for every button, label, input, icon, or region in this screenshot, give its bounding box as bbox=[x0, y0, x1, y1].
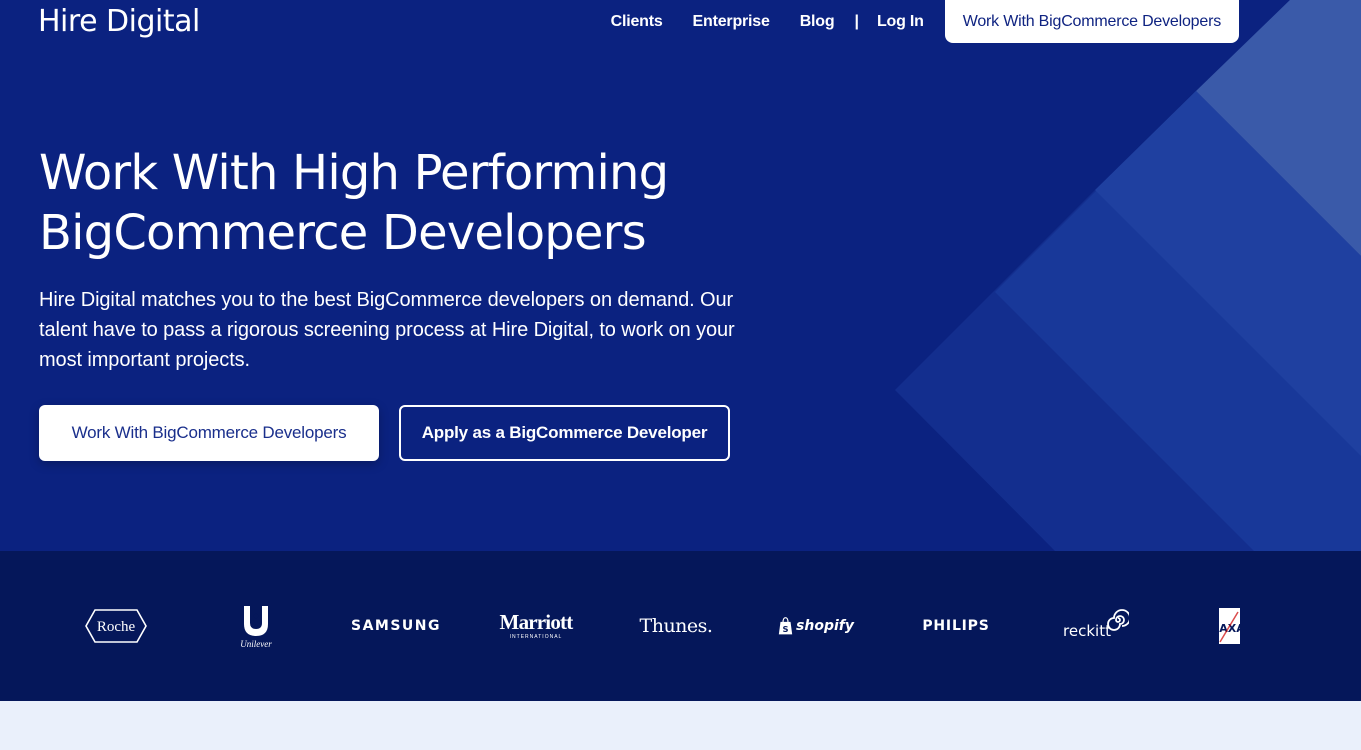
philips-logo: PHILIPS bbox=[920, 551, 992, 701]
axa-logo: AXA bbox=[1212, 551, 1242, 701]
nav-links: Clients Enterprise Blog | Log In Work Wi… bbox=[581, 0, 1239, 43]
samsung-logo: SAMSUNG bbox=[351, 551, 442, 701]
marriott-logo-text: Marriott bbox=[499, 610, 574, 634]
nav-link-login[interactable]: Log In bbox=[877, 13, 924, 31]
marriott-logo-subtext: INTERNATIONAL bbox=[509, 634, 563, 640]
reckitt-swirl-icon bbox=[1107, 609, 1129, 631]
hero-background-pattern bbox=[895, 0, 1361, 551]
roche-logo-text: Roche bbox=[97, 619, 136, 635]
nav-cta-button[interactable]: Work With BigCommerce Developers bbox=[944, 0, 1239, 43]
apply-as-developer-button[interactable]: Apply as a BigCommerce Developer bbox=[399, 405, 730, 461]
nav-link-clients[interactable]: Clients bbox=[611, 13, 663, 31]
nav-separator: | bbox=[854, 12, 859, 30]
nav-link-blog[interactable]: Blog bbox=[800, 13, 835, 31]
hero-section: Hire Digital Clients Enterprise Blog | L… bbox=[0, 0, 1361, 551]
marriott-logo: Marriott INTERNATIONAL bbox=[494, 551, 578, 701]
shopify-logo-text: shopify bbox=[796, 618, 854, 634]
svg-text:S: S bbox=[783, 624, 789, 634]
reckitt-logo: reckitt bbox=[1062, 551, 1130, 701]
reckitt-logo-text: reckitt bbox=[1063, 622, 1111, 640]
samsung-logo-text: SAMSUNG bbox=[351, 618, 442, 634]
thunes-logo-text: Thunes. bbox=[639, 615, 713, 637]
hero-subtext: Hire Digital matches you to the best Big… bbox=[39, 289, 735, 371]
brand-logo[interactable]: Hire Digital bbox=[38, 4, 200, 39]
axa-logo-text: AXA bbox=[1219, 622, 1240, 635]
shopify-logo: S shopify bbox=[778, 551, 854, 701]
work-with-developers-button[interactable]: Work With BigCommerce Developers bbox=[39, 405, 379, 461]
hero-headline: Work With High Performing BigCommerce De… bbox=[39, 143, 719, 263]
hero-headline-line2: BigCommerce Developers bbox=[39, 205, 647, 261]
roche-logo: Roche bbox=[84, 551, 148, 701]
unilever-logo: Unilever bbox=[232, 551, 280, 701]
philips-logo-text: PHILIPS bbox=[922, 618, 990, 634]
thunes-logo: Thunes. bbox=[634, 551, 718, 701]
nav-link-enterprise[interactable]: Enterprise bbox=[693, 13, 770, 31]
client-logos-strip: Roche Unilever SAMSUNG Marriott INTERNAT… bbox=[0, 551, 1361, 701]
shopify-bag-icon: S bbox=[778, 617, 793, 635]
top-navigation: Hire Digital Clients Enterprise Blog | L… bbox=[0, 0, 1361, 44]
lower-section bbox=[0, 701, 1361, 750]
unilever-logo-text: Unilever bbox=[240, 638, 272, 649]
hero-headline-line1: Work With High Performing bbox=[39, 145, 669, 201]
